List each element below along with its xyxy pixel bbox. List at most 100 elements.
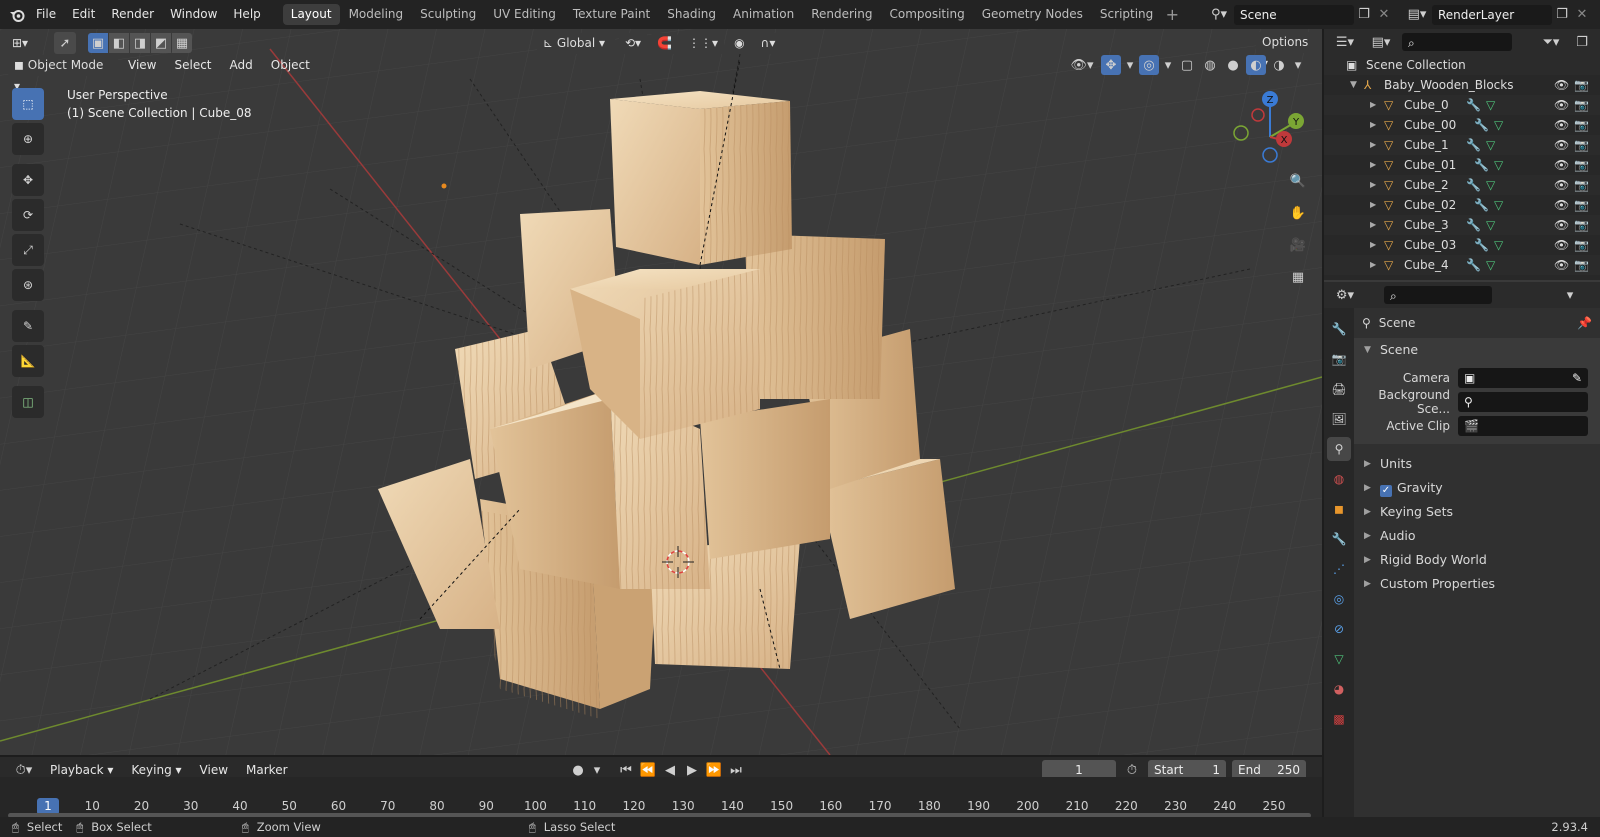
mesh-data-icon[interactable]: ▽ [1494, 195, 1503, 215]
tab-physics[interactable]: ◎ [1327, 587, 1351, 611]
modifier-wrench-icon[interactable]: 🔧 [1474, 115, 1489, 135]
properties-search-input[interactable]: ⌕ [1384, 286, 1492, 304]
expand-arrow-icon[interactable]: ▶ [1370, 115, 1376, 135]
tab-output[interactable]: 🖨 [1327, 377, 1351, 401]
mesh-data-icon[interactable]: ▽ [1486, 135, 1495, 155]
menu-render[interactable]: Render [103, 0, 162, 29]
panel-units[interactable]: ▶ Units [1354, 452, 1600, 476]
add-workspace-icon[interactable]: + [1162, 5, 1182, 25]
timeline-ruler[interactable]: 1102030405060708090100110120130140150160… [0, 777, 1322, 818]
tool-move[interactable]: ✥ [12, 164, 44, 196]
camera-view-icon[interactable]: 🎥 [1286, 233, 1310, 257]
tool-scale[interactable]: ⤢ [12, 234, 44, 266]
falloff-dropdown[interactable]: ∩▾ [754, 32, 782, 54]
render-camera-icon[interactable]: 📷 [1574, 235, 1589, 255]
visibility-eye-icon[interactable]: 👁 [1554, 75, 1569, 95]
pivot-point-dropdown[interactable]: ⟲▾ [619, 32, 648, 54]
tab-rendering[interactable]: Rendering [803, 4, 880, 25]
menu-window[interactable]: Window [162, 0, 225, 29]
active-clip-field[interactable]: 🎬 [1458, 416, 1588, 436]
render-camera-icon[interactable]: 📷 [1574, 175, 1589, 195]
tab-scene[interactable]: ⚲ [1327, 437, 1351, 461]
outliner-row-object[interactable]: ▶ ▽ Cube_01 🔧 ▽ 👁 📷 [1324, 155, 1600, 175]
tab-object[interactable]: ◼ [1327, 497, 1351, 521]
visibility-eye-icon[interactable]: 👁 [1554, 115, 1569, 135]
outliner-editor-type-icon[interactable]: ☰▾ [1330, 32, 1360, 52]
tab-layout[interactable]: Layout [282, 4, 340, 25]
expand-arrow-icon[interactable]: ▶ [1370, 155, 1376, 175]
tool-cursor[interactable]: ⊕ [12, 123, 44, 155]
visibility-eye-icon[interactable]: 👁 [1554, 255, 1569, 275]
outliner-row-object[interactable]: ▶ ▽ Cube_02 🔧 ▽ 👁 📷 [1324, 195, 1600, 215]
tab-texture-paint[interactable]: Texture Paint [565, 4, 658, 25]
xray-toggle-icon[interactable]: ▢ [1177, 55, 1197, 75]
new-view-layer-icon[interactable]: ❐ [1552, 5, 1572, 25]
mesh-data-icon[interactable]: ▽ [1494, 115, 1503, 135]
viewport-menu-view[interactable]: View [120, 54, 164, 76]
gizmo-dropdown-icon[interactable]: ▾ [1124, 55, 1136, 75]
tab-modeling[interactable]: Modeling [341, 4, 412, 25]
pan-hand-icon[interactable]: ✋ [1286, 201, 1310, 225]
tab-particles[interactable]: ⋰ [1327, 557, 1351, 581]
tab-constraints[interactable]: ⊘ [1327, 617, 1351, 641]
render-camera-icon[interactable]: 📷 [1574, 115, 1589, 135]
ortho-grid-icon[interactable]: ▦ [1286, 265, 1310, 289]
editor-type-button[interactable]: ⊞▾ [6, 33, 42, 54]
eyedropper-icon[interactable]: ✎ [1572, 368, 1582, 388]
tab-sculpting[interactable]: Sculpting [412, 4, 484, 25]
tab-material[interactable]: ◕ [1327, 677, 1351, 701]
select-subtract-icon[interactable]: ◨ [130, 33, 150, 53]
visibility-filter-icon[interactable]: 👁▾ [1066, 55, 1098, 75]
mesh-data-icon[interactable]: ▽ [1494, 235, 1503, 255]
mesh-data-icon[interactable]: ▽ [1486, 95, 1495, 115]
render-camera-icon[interactable]: 📷 [1574, 255, 1589, 275]
options-dropdown[interactable]: Options ▾ [1256, 32, 1322, 70]
new-collection-icon[interactable]: ❐ [1572, 32, 1592, 52]
scene-name-field[interactable]: Scene [1234, 4, 1354, 25]
outliner-row-object[interactable]: ▶ ▽ Cube_4 🔧 ▽ 👁 📷 [1324, 255, 1600, 275]
expand-arrow-icon[interactable]: ▶ [1370, 195, 1376, 215]
visibility-eye-icon[interactable]: 👁 [1554, 155, 1569, 175]
modifier-wrench-icon[interactable]: 🔧 [1466, 95, 1481, 115]
overlay-dropdown-icon[interactable]: ▾ [1162, 55, 1174, 75]
select-extend-icon[interactable]: ◧ [109, 33, 129, 53]
outliner-row-object[interactable]: ▶ ▽ Cube_2 🔧 ▽ 👁 📷 [1324, 175, 1600, 195]
overlay-toggle-icon[interactable]: ◎ [1139, 55, 1159, 75]
tool-select-box[interactable]: ⬚ [12, 88, 44, 120]
outliner-row-object[interactable]: ▶ ▽ Cube_03 🔧 ▽ 👁 📷 [1324, 235, 1600, 255]
expand-arrow-icon[interactable]: ▶ [1370, 235, 1376, 255]
panel-gravity[interactable]: ▶ ✓ Gravity [1354, 476, 1600, 500]
camera-field[interactable]: ▣ ✎ [1458, 368, 1588, 388]
tab-data[interactable]: ▽ [1327, 647, 1351, 671]
visibility-eye-icon[interactable]: 👁 [1554, 135, 1569, 155]
tab-shading[interactable]: Shading [659, 4, 724, 25]
transform-orientation-dropdown[interactable]: ⊾ Global ▾ [537, 32, 615, 54]
view-layer-field[interactable]: RenderLayer [1432, 4, 1552, 25]
tab-animation[interactable]: Animation [725, 4, 802, 25]
tab-modifiers[interactable]: 🔧 [1327, 527, 1351, 551]
tab-render[interactable]: 📷 [1327, 347, 1351, 371]
object-mode-dropdown[interactable]: ◼ Object Mode ▾ [8, 54, 118, 93]
visibility-eye-icon[interactable]: 👁 [1554, 215, 1569, 235]
panel-rigid-body-world[interactable]: ▶ Rigid Body World [1354, 548, 1600, 572]
modifier-wrench-icon[interactable]: 🔧 [1466, 175, 1481, 195]
tool-add-cube[interactable]: ◫ [12, 386, 44, 418]
menu-file[interactable]: File [28, 0, 64, 29]
panel-custom-properties[interactable]: ▶ Custom Properties [1354, 572, 1600, 596]
tab-uv-editing[interactable]: UV Editing [485, 4, 564, 25]
viewport-menu-add[interactable]: Add [222, 54, 261, 76]
tab-texture[interactable]: ▩ [1327, 707, 1351, 731]
shading-rendered-icon[interactable]: ◑ [1269, 55, 1289, 75]
modifier-wrench-icon[interactable]: 🔧 [1474, 195, 1489, 215]
expand-arrow-icon[interactable]: ▶ [1370, 255, 1376, 275]
visibility-eye-icon[interactable]: 👁 [1554, 195, 1569, 215]
tab-view-layer[interactable]: 🖼 [1327, 407, 1351, 431]
tool-transform[interactable]: ⊛ [12, 269, 44, 301]
modifier-wrench-icon[interactable]: 🔧 [1466, 255, 1481, 275]
modifier-wrench-icon[interactable]: 🔧 [1466, 135, 1481, 155]
pin-icon[interactable]: 📌 [1577, 316, 1592, 330]
tab-geometry-nodes[interactable]: Geometry Nodes [974, 4, 1091, 25]
menu-edit[interactable]: Edit [64, 0, 103, 29]
outliner-row-object[interactable]: ▶ ▽ Cube_3 🔧 ▽ 👁 📷 [1324, 215, 1600, 235]
render-camera-icon[interactable]: 📷 [1574, 195, 1589, 215]
